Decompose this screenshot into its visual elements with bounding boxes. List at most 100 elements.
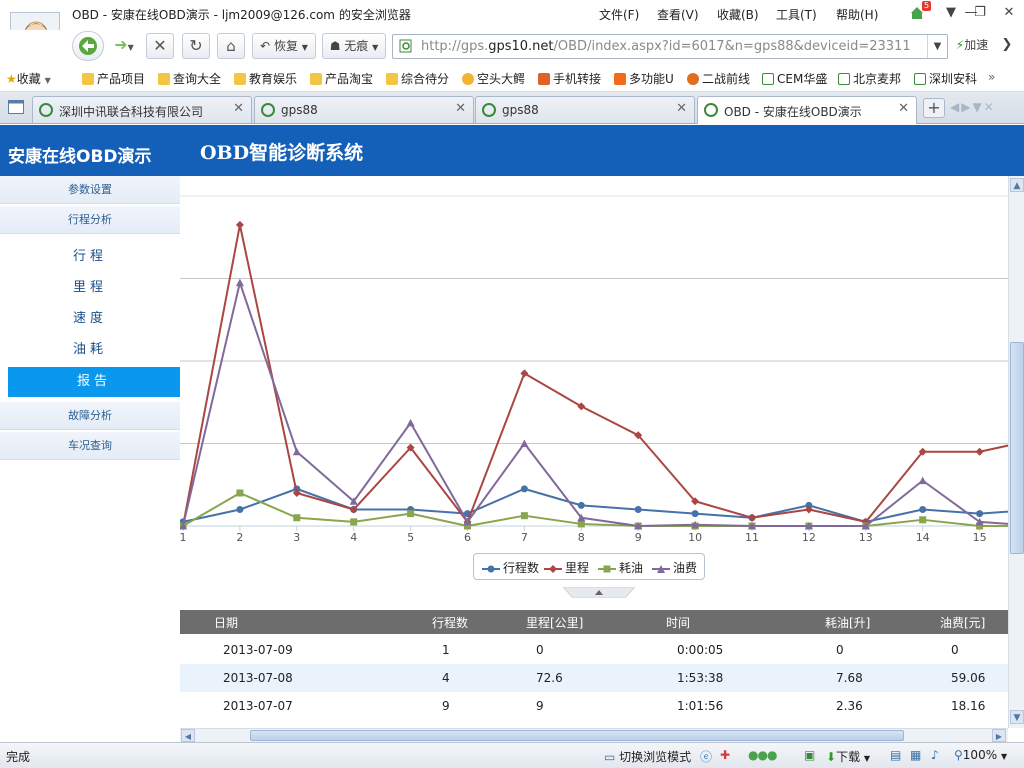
browse-mode-toggle[interactable]: ▭ 切换浏览模式 bbox=[604, 748, 691, 765]
tab-scroll-icons[interactable]: ◀▶▼✕ bbox=[950, 100, 996, 114]
toolbar-more-icon[interactable]: ❯ bbox=[997, 33, 1017, 59]
ie-icon[interactable]: ⓔ bbox=[700, 748, 712, 765]
legend-item-fuel[interactable]: 耗油 bbox=[598, 559, 643, 576]
fav-item-2[interactable]: 查询大全 bbox=[158, 70, 221, 87]
fav-item-8[interactable]: 多功能U bbox=[614, 70, 674, 87]
sidebar-item-speed[interactable]: 速度 bbox=[0, 304, 180, 334]
sidebar-item-trip[interactable]: 行程 bbox=[0, 242, 180, 272]
sidebar-section-vehicle[interactable]: 车况查询 bbox=[0, 432, 180, 460]
column-header-cost[interactable]: 油费[元] bbox=[940, 614, 985, 631]
screenshot-icon[interactable]: ▣ bbox=[804, 748, 815, 762]
scroll-right-icon[interactable]: ▶ bbox=[992, 729, 1006, 742]
sidebar-item-mileage[interactable]: 里程 bbox=[0, 273, 180, 303]
vertical-scroll-thumb[interactable] bbox=[1010, 342, 1024, 554]
security-icon[interactable]: ✚ bbox=[720, 748, 730, 762]
stop-button[interactable]: ✕ bbox=[146, 33, 174, 59]
address-bar[interactable]: http://gps.gps10.net/OBD/index.aspx?id=6… bbox=[392, 34, 948, 59]
menu-help[interactable]: 帮助(H) bbox=[836, 6, 878, 23]
sidebar-section-trip-analysis[interactable]: 行程分析 bbox=[0, 206, 180, 234]
fav-item-11[interactable]: 北京麦邦 bbox=[838, 70, 901, 87]
incognito-icon: ☗ bbox=[329, 39, 341, 53]
zoom-control[interactable]: ⚲100% ▼ bbox=[954, 748, 1007, 762]
x-tick-label-14: 14 bbox=[916, 531, 930, 544]
close-window-icon[interactable]: ✕ bbox=[999, 4, 1019, 22]
site-icon bbox=[462, 73, 474, 85]
traffic-icon[interactable]: ●●● bbox=[748, 748, 777, 762]
notes-icon[interactable]: ▤ bbox=[890, 748, 901, 762]
accelerate-button[interactable]: ⚡加速 bbox=[950, 33, 994, 59]
sidebar-section-params[interactable]: 参数设置 bbox=[0, 176, 180, 204]
fav-item-12[interactable]: 深圳安科 bbox=[914, 70, 977, 87]
sidebar-toggle-icon[interactable] bbox=[8, 100, 24, 117]
home-button[interactable]: ⌂ bbox=[217, 33, 245, 59]
vertical-scrollbar[interactable]: ▲ ▼ bbox=[1008, 176, 1024, 728]
menu-view[interactable]: 查看(V) bbox=[657, 6, 699, 23]
column-header-time[interactable]: 时间 bbox=[666, 614, 690, 631]
menu-file[interactable]: 文件(F) bbox=[599, 6, 639, 23]
column-header-mileage[interactable]: 里程[公里] bbox=[526, 614, 583, 631]
legend-item-mileage[interactable]: 里程 bbox=[544, 559, 589, 576]
close-tab-icon[interactable]: ✕ bbox=[676, 101, 687, 116]
tab-1[interactable]: gps88 ✕ bbox=[254, 96, 474, 123]
menu-tools[interactable]: 工具(T) bbox=[776, 6, 817, 23]
horizontal-scrollbar[interactable]: ◀ ▶ bbox=[180, 728, 1008, 742]
volume-icon[interactable]: ♪ bbox=[931, 748, 939, 762]
table-row[interactable]: 2013-07-07 9 9 1:01:56 2.36 18.16 bbox=[180, 692, 1008, 720]
favorites-menu[interactable]: ★收藏 ▼ bbox=[6, 70, 51, 87]
sidebar-item-fuel[interactable]: 油耗 bbox=[0, 335, 180, 365]
close-tab-icon[interactable]: ✕ bbox=[233, 101, 244, 116]
incognito-button[interactable]: ☗ 无痕 ▼ bbox=[322, 33, 386, 59]
scroll-down-icon[interactable]: ▼ bbox=[1010, 710, 1024, 724]
fav-item-6[interactable]: 空头大鳄 bbox=[462, 70, 525, 87]
column-header-trips[interactable]: 行程数 bbox=[432, 614, 468, 631]
forward-dropdown-icon[interactable]: ▼ bbox=[128, 43, 134, 52]
new-tab-button[interactable]: + bbox=[923, 98, 945, 118]
restore-button[interactable]: ↶ 恢复 ▼ bbox=[252, 33, 316, 59]
fav-item-7[interactable]: 手机转接 bbox=[538, 70, 601, 87]
scroll-up-icon[interactable]: ▲ bbox=[1010, 178, 1024, 192]
table-row[interactable]: 2013-07-08 4 72.6 1:53:38 7.68 59.06 bbox=[180, 664, 1008, 692]
sidebar-item-report[interactable]: 报告 bbox=[8, 367, 180, 397]
horizontal-scroll-thumb[interactable] bbox=[250, 730, 904, 741]
fav-item-10[interactable]: CEM华盛 bbox=[762, 70, 827, 87]
fav-item-5[interactable]: 综合待分 bbox=[386, 70, 449, 87]
menu-favorites[interactable]: 收藏(B) bbox=[717, 6, 759, 23]
fav-item-9[interactable]: 二战前线 bbox=[687, 70, 750, 87]
fav-item-3[interactable]: 教育娱乐 bbox=[234, 70, 297, 87]
favorites-overflow-icon[interactable]: » bbox=[988, 70, 995, 84]
fav-item-4[interactable]: 产品淘宝 bbox=[310, 70, 373, 87]
refresh-button[interactable]: ↻ bbox=[182, 33, 210, 59]
back-button[interactable] bbox=[72, 31, 104, 61]
download-button[interactable]: ⬇下载 ▼ bbox=[826, 748, 870, 765]
column-header-fuel[interactable]: 耗油[升] bbox=[825, 614, 870, 631]
address-prefix: http://gps. bbox=[421, 39, 489, 54]
legend-item-trips[interactable]: 行程数 bbox=[482, 559, 539, 576]
restore-window-icon[interactable]: ❐ bbox=[970, 4, 990, 22]
column-header-date[interactable]: 日期 bbox=[214, 614, 238, 631]
cell-mileage: 72.6 bbox=[536, 671, 563, 685]
cell-cost: 18.16 bbox=[951, 699, 986, 713]
collapse-chart-toggle[interactable] bbox=[561, 586, 637, 599]
navigation-toolbar: ➜▼ ✕ ↻ ⌂ ↶ 恢复 ▼ ☗ 无痕 ▼ http://gps.gps10.… bbox=[0, 30, 1024, 64]
tab-0[interactable]: 深圳中讯联合科技有限公司 ✕ bbox=[32, 96, 252, 123]
skin-icon[interactable]: ▼ bbox=[941, 4, 961, 22]
address-dropdown-icon[interactable]: ▼ bbox=[927, 35, 947, 58]
star-icon: ★ bbox=[6, 72, 17, 86]
data-point-s0-7 bbox=[520, 485, 528, 493]
sidebar-section-fault[interactable]: 故障分析 bbox=[0, 402, 180, 430]
tab-3-active[interactable]: OBD - 安康在线OBD演示 ✕ bbox=[697, 96, 917, 124]
forward-button[interactable]: ➜▼ bbox=[106, 33, 142, 59]
address-text[interactable]: http://gps.gps10.net/OBD/index.aspx?id=6… bbox=[421, 39, 911, 54]
x-tick-label-11: 11 bbox=[745, 531, 759, 544]
calendar-icon[interactable]: ▦ bbox=[910, 748, 921, 762]
close-tab-icon[interactable]: ✕ bbox=[455, 101, 466, 116]
cell-mileage: 9 bbox=[536, 699, 544, 713]
tab-2[interactable]: gps88 ✕ bbox=[475, 96, 695, 123]
table-row[interactable]: 2013-07-09 1 0 0:00:05 0 0 bbox=[180, 636, 1008, 664]
close-tab-icon[interactable]: ✕ bbox=[898, 101, 909, 116]
scroll-left-icon[interactable]: ◀ bbox=[181, 729, 195, 742]
fav-item-1[interactable]: 产品项目 bbox=[82, 70, 145, 87]
site-header: 安康在线OBD演示 OBD智能诊断系统 bbox=[0, 125, 1024, 176]
legend-item-fuel-cost[interactable]: 油费 bbox=[652, 559, 697, 576]
cell-date: 2013-07-08 bbox=[223, 671, 293, 685]
